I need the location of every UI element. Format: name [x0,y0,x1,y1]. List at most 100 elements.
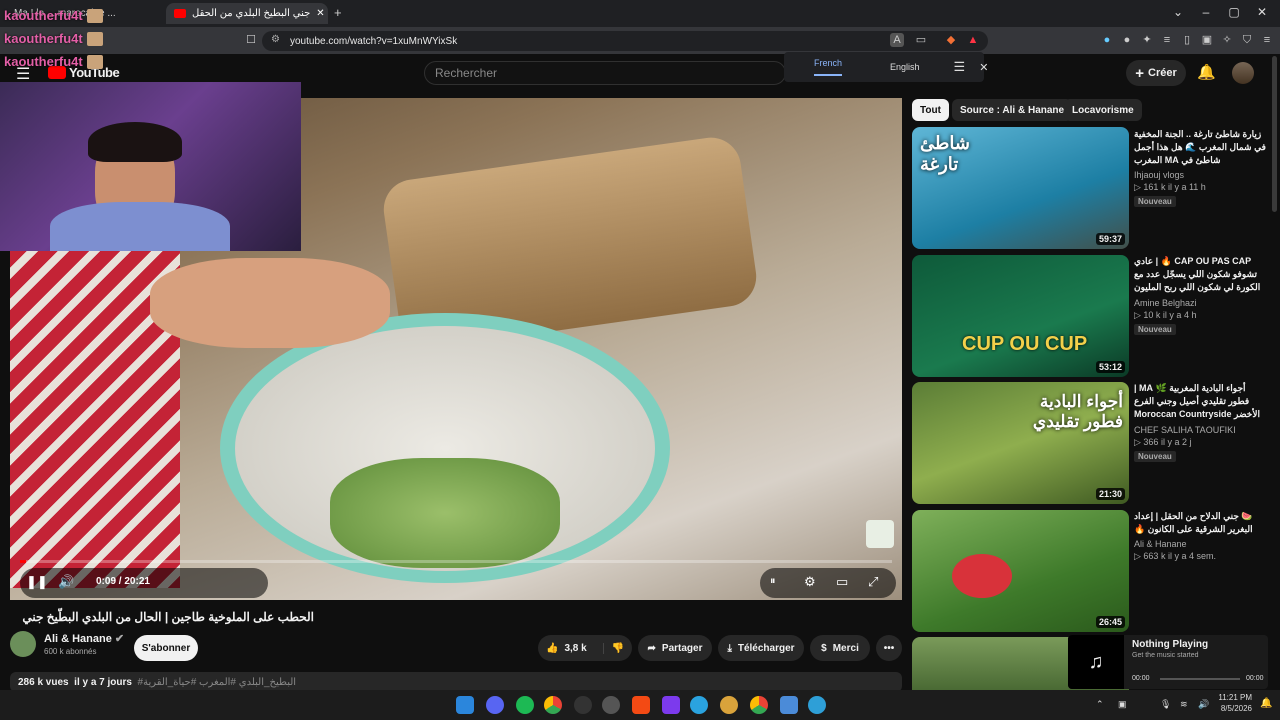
obs-icon[interactable] [574,696,592,714]
speaker-icon[interactable]: 🔊 [1198,699,1209,710]
sidebar-icon[interactable]: ▯ [1180,33,1194,47]
github-icon[interactable] [602,696,620,714]
rec-title: أجواء البادية المغربية 🌿 MA | فطور تقليد… [1134,383,1260,419]
like-icon[interactable]: 👍 [546,643,558,654]
share-button[interactable]: ➦ Partager [638,635,712,661]
mic-icon[interactable]: 🎙 [1160,699,1171,710]
remote-desktop-icon[interactable] [780,696,798,714]
wifi-icon[interactable]: ≋ [1180,699,1188,710]
notifications-bell-icon[interactable]: 🔔 [1197,63,1216,81]
autoplay-toggle-icon[interactable]: ⏸ [770,575,776,588]
chrome-profile-icon[interactable] [750,696,768,714]
chat-line-3: kaoutherfu4t [4,54,103,69]
download-button[interactable]: ⤓ Télécharger [718,635,804,661]
subscribe-button[interactable]: S'abonner [134,635,198,661]
dislike-icon[interactable]: 👎 [602,642,624,654]
telegram-icon[interactable] [690,696,708,714]
thumbnail-text: أجواء البادية فطور تقليدي [1032,392,1123,431]
description-box[interactable]: 286 k vues il y a 7 jours #البطيخ_البلدي… [10,672,902,692]
translate-lang-english[interactable]: English [890,62,920,72]
rec-thumbnail-4[interactable]: 26:45 [912,510,1129,632]
download-label: Télécharger [737,642,795,654]
app-d-icon[interactable] [662,696,680,714]
chip-all[interactable]: Tout [912,99,949,121]
music-widget: ♫ Nothing Playing Get the music started … [1068,635,1268,689]
close-window-icon[interactable]: ✕ [1252,5,1272,19]
channel-name[interactable]: Ali & Hanane ✔ [44,632,124,645]
more-actions-icon[interactable]: ••• [876,635,902,661]
music-title: Nothing Playing [1132,639,1209,650]
fullscreen-icon[interactable]: ⤢ [868,574,878,590]
rec-title: 🍉 جني الدلاح من الحقل | إعداد البغرير ال… [1134,511,1253,534]
search-input[interactable]: Rechercher [424,61,786,85]
like-count[interactable]: 3,8 k [564,643,586,654]
page-scrollbar[interactable] [1272,56,1277,212]
streamer-webcam [0,82,301,251]
rec-info-3[interactable]: أجواء البادية المغربية 🌿 MA | فطور تقليد… [1134,382,1266,462]
extension-icon-2[interactable]: ● [1120,33,1134,47]
rec-info-4[interactable]: 🍉 جني الدلاح من الحقل | إعداد البغرير ال… [1134,510,1266,562]
bookmark-icon[interactable]: ☐ [244,33,258,47]
menu-list-icon[interactable]: ≡ [1160,33,1174,47]
rec-channel: CHEF SALIHA TAOUFIKI [1134,425,1236,435]
extension-icon-1[interactable]: ● [1100,33,1114,47]
video-duration: 59:37 [1095,233,1125,245]
volume-icon[interactable]: 🔊 [58,574,74,590]
browser-menu-icon[interactable]: ≡ [1260,33,1274,47]
edge-icon[interactable] [808,696,826,714]
clock-time: 11:21 PM [1218,693,1252,702]
discord-icon[interactable] [486,696,504,714]
chat-username: kaoutherfu4t [4,31,83,46]
thanks-button[interactable]: $ Merci [810,635,870,661]
hashtags[interactable]: #البطيخ_البلدي #المغرب #حياة_القرية [138,677,297,688]
rec-meta: ▷ 161 k il y a 11 h [1134,182,1206,192]
video-duration: 21:30 [1095,488,1125,500]
minimize-icon[interactable]: – [1196,5,1216,19]
vpn-icon[interactable]: ⛉ [1240,33,1254,47]
new-tab-button[interactable]: + [334,5,342,20]
settings-gear-icon[interactable]: ⚙ [804,574,816,590]
close-tab-icon[interactable]: ✕ [316,8,324,19]
maximize-icon[interactable]: ▢ [1224,5,1244,19]
music-progress-bar[interactable] [1160,678,1240,680]
account-avatar[interactable] [1232,62,1254,84]
chrome-icon[interactable] [544,696,562,714]
chip-source[interactable]: Source : Ali & Hanane [952,99,1073,121]
translate-icon[interactable]: A [890,33,904,47]
rec-thumbnail-2[interactable]: CUP OU CUP 53:12 [912,255,1129,377]
new-badge: Nouveau [1134,451,1176,462]
theater-mode-icon[interactable]: ▭ [836,574,848,590]
rec-thumbnail-1[interactable]: شاطئ تارغة 59:37 [912,127,1129,249]
chip-locavorisme[interactable]: Locavorisme [1064,99,1142,121]
channel-avatar[interactable] [10,631,36,657]
wallet-icon[interactable]: ▣ [1200,33,1214,47]
progress-bar[interactable] [20,560,892,563]
channel-watermark-icon[interactable] [866,520,894,548]
tray-chevron-icon[interactable]: ⌃ [1096,699,1104,710]
cast-icon[interactable]: ▭ [914,33,928,47]
tab-search-icon[interactable]: ⌄ [1168,5,1188,19]
start-icon[interactable] [456,696,474,714]
notification-icon[interactable]: 🔔 [1260,698,1272,709]
leo-ai-icon[interactable]: ✧ [1220,33,1234,47]
translate-options-icon[interactable]: ☰ [954,59,966,75]
tray-app-icon[interactable]: ▣ [1118,699,1127,710]
rec-info-1[interactable]: زيارة شاطئ تارغة .. الجنة المخفية في شما… [1134,128,1266,207]
spotify-icon[interactable] [516,696,534,714]
translate-panel: French English ☰ ✕ [784,52,988,82]
address-bar[interactable]: ⚙ youtube.com/watch?v=1xuMnWYixSk [262,31,988,51]
pause-icon[interactable]: ❚❚ [26,574,48,590]
extensions-puzzle-icon[interactable]: ✦ [1140,33,1154,47]
brave-rewards-icon[interactable]: ▲ [966,33,980,47]
brave-taskbar-icon[interactable] [632,696,650,714]
site-info-icon[interactable]: ⚙ [271,34,280,45]
clock[interactable]: 11:21 PM 8/5/2026 [1216,692,1252,714]
rec-thumbnail-3[interactable]: أجواء البادية فطور تقليدي 21:30 [912,382,1129,504]
translate-lang-french[interactable]: French [814,58,843,76]
brave-shield-icon[interactable]: ◆ [944,33,958,47]
create-button[interactable]: + Créer [1126,60,1186,86]
app-icon[interactable] [720,696,738,714]
browser-tab-2-active[interactable]: جني البطيخ البلدي من الحقل ✕ [166,3,328,24]
translate-close-icon[interactable]: ✕ [979,61,988,74]
rec-info-2[interactable]: CAP OU PAS CAP 🔥 | عادي تشوفو شكون اللي … [1134,255,1266,335]
